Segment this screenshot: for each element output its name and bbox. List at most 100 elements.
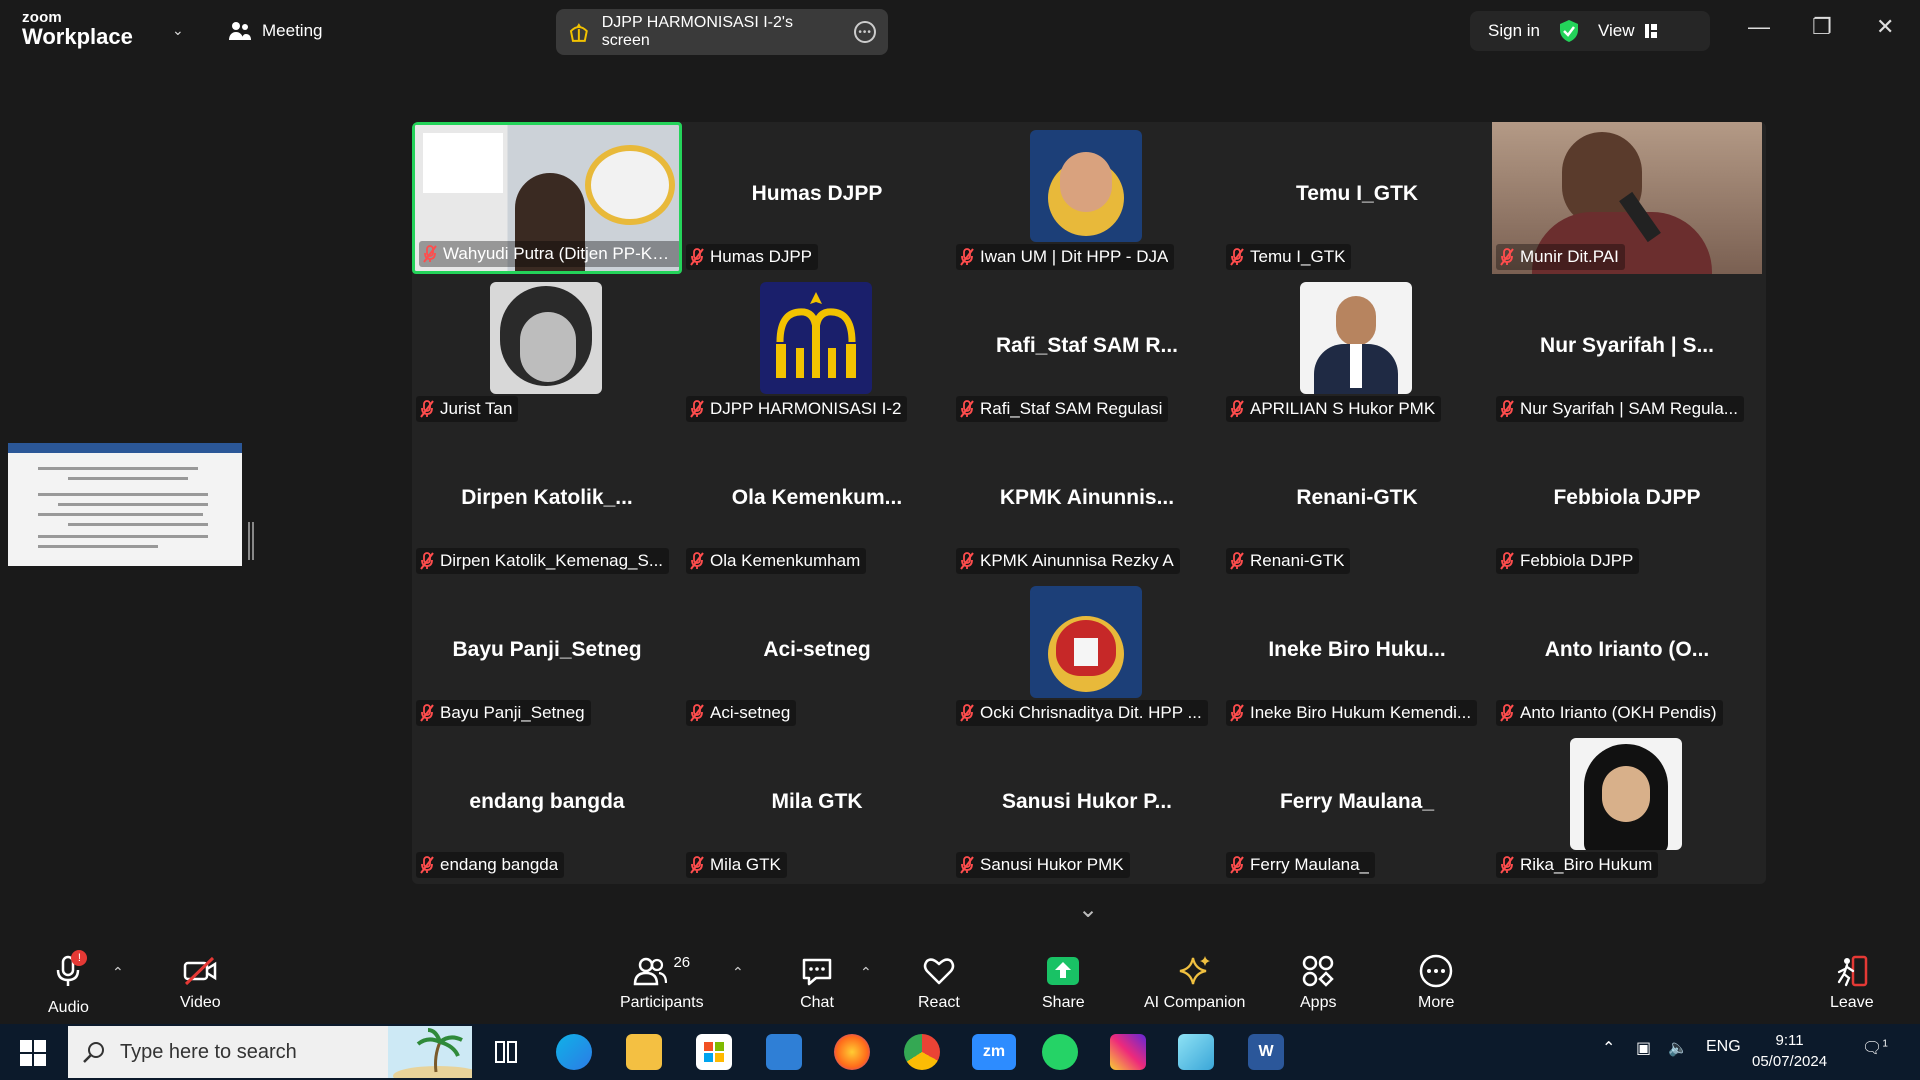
- participant-name-label: DJPP HARMONISASI I-2: [686, 396, 908, 422]
- network-icon[interactable]: ▣: [1636, 1038, 1651, 1058]
- ai-companion-button[interactable]: AI Companion: [1144, 954, 1245, 1012]
- more-label: More: [1418, 994, 1455, 1011]
- mic-muted-icon: [423, 245, 437, 263]
- participant-tile[interactable]: DJPP HARMONISASI I-2: [682, 274, 952, 426]
- more-button[interactable]: More: [1418, 954, 1454, 1012]
- mic-muted-icon: [1500, 248, 1514, 266]
- audio-options-caret[interactable]: ⌃: [112, 964, 124, 981]
- file-explorer-icon[interactable]: [626, 1034, 662, 1070]
- participant-tile[interactable]: Aci-setneg Aci-setneg: [682, 578, 952, 730]
- participant-display-name: Sanusi Hukor P...: [1002, 790, 1172, 813]
- participant-tile[interactable]: Rafi_Staf SAM R... Rafi_Staf SAM Regulasi: [952, 274, 1222, 426]
- participant-display-name: Aci-setneg: [763, 638, 871, 661]
- participant-name: endang bangda: [440, 855, 559, 874]
- mic-muted-icon: [1230, 400, 1244, 418]
- whatsapp-icon[interactable]: [1042, 1034, 1078, 1070]
- participant-tile[interactable]: Nur Syarifah | S... Nur Syarifah | SAM Re…: [1492, 274, 1762, 426]
- notifications-icon[interactable]: 🗨1: [1862, 1038, 1888, 1058]
- store-grid-icon: [704, 1042, 724, 1062]
- leave-label: Leave: [1830, 994, 1874, 1011]
- participant-tile[interactable]: Sanusi Hukor P... Sanusi Hukor PMK: [952, 730, 1222, 882]
- participant-tile[interactable]: Wahyudi Putra (Ditjen PP-Kum...: [412, 122, 682, 274]
- zoom-taskbar-icon[interactable]: zm: [972, 1034, 1016, 1070]
- participant-tile[interactable]: endang bangda endang bangda: [412, 730, 682, 882]
- participants-button[interactable]: 26 Participants: [620, 954, 704, 1012]
- windows-start-icon[interactable]: [20, 1040, 46, 1066]
- chrome-icon[interactable]: [904, 1034, 940, 1070]
- restore-icon[interactable]: ❐: [1812, 14, 1832, 40]
- sign-in-button[interactable]: Sign in: [1488, 21, 1540, 41]
- mic-muted-icon: [690, 248, 704, 266]
- word-icon[interactable]: W: [1248, 1034, 1284, 1070]
- participant-name-label: Anto Irianto (OKH Pendis): [1496, 700, 1723, 726]
- app-icon[interactable]: [1178, 1034, 1214, 1070]
- participant-display-name: Renani-GTK: [1296, 486, 1418, 509]
- shared-screen-thumbnail[interactable]: [8, 443, 242, 566]
- participant-name: Febbiola DJPP: [1520, 551, 1634, 570]
- zoom-workplace-logo[interactable]: zoom Workplace: [22, 10, 133, 48]
- close-icon[interactable]: ✕: [1876, 14, 1894, 40]
- participant-tile[interactable]: Temu I_GTK Temu I_GTK: [1222, 122, 1492, 274]
- participant-tile[interactable]: Mila GTK Mila GTK: [682, 730, 952, 882]
- participant-tile[interactable]: Ocki Chrisnaditya Dit. HPP ...: [952, 578, 1222, 730]
- participant-tile[interactable]: Anto Irianto (O... Anto Irianto (OKH Pend…: [1492, 578, 1762, 730]
- thumbnail-drag-handle[interactable]: [248, 522, 254, 560]
- taskbar-search-box[interactable]: Type here to search: [68, 1026, 472, 1078]
- meeting-menu[interactable]: Meeting: [228, 20, 322, 42]
- participant-name: Dirpen Katolik_Kemenag_S...: [440, 551, 664, 570]
- chat-button[interactable]: Chat: [800, 954, 834, 1012]
- participant-display-name: Mila GTK: [771, 790, 863, 813]
- participant-tile[interactable]: Jurist Tan: [412, 274, 682, 426]
- participant-tile[interactable]: Dirpen Katolik_... Dirpen Katolik_Kemenag…: [412, 426, 682, 578]
- firefox-icon[interactable]: [834, 1034, 870, 1070]
- participant-tile[interactable]: Bayu Panji_Setneg Bayu Panji_Setneg: [412, 578, 682, 730]
- participant-tile[interactable]: Humas DJPP Humas DJPP: [682, 122, 952, 274]
- participant-name: Mila GTK: [710, 855, 781, 874]
- language-indicator[interactable]: ENG: [1706, 1038, 1741, 1056]
- search-placeholder: Type here to search: [120, 1040, 297, 1063]
- participant-name: Jurist Tan: [440, 399, 513, 418]
- heart-icon: [923, 958, 955, 985]
- participant-name-label: Nur Syarifah | SAM Regula...: [1496, 396, 1744, 422]
- participant-name-label: Iwan UM | Dit HPP - DJA: [956, 244, 1175, 270]
- participant-tile[interactable]: Ola Kemenkum... Ola Kemenkumham: [682, 426, 952, 578]
- react-button[interactable]: React: [918, 954, 960, 1012]
- taskbar-clock[interactable]: 9:11 05/07/2024: [1752, 1030, 1827, 1072]
- participant-tile[interactable]: Ferry Maulana_ Ferry Maulana_: [1222, 730, 1492, 882]
- share-button[interactable]: Share: [1042, 954, 1085, 1012]
- participant-name: Aci-setneg: [710, 703, 791, 722]
- minimize-icon[interactable]: —: [1748, 14, 1770, 40]
- participant-name: Iwan UM | Dit HPP - DJA: [980, 247, 1169, 266]
- participant-tile[interactable]: APRILIAN S Hukor PMK: [1222, 274, 1492, 426]
- apps-button[interactable]: Apps: [1300, 954, 1336, 1012]
- participants-options-caret[interactable]: ⌃: [732, 964, 744, 981]
- volume-icon[interactable]: 🔈: [1668, 1038, 1688, 1058]
- title-bar: zoom Workplace ⌄ Meeting DJPP HARMONISAS…: [0, 0, 1920, 62]
- screen-share-indicator[interactable]: DJPP HARMONISASI I-2's screen •••: [556, 9, 888, 55]
- chevron-down-icon[interactable]: ⌄: [1078, 895, 1098, 924]
- edge-icon[interactable]: [556, 1034, 592, 1070]
- chevron-down-icon[interactable]: ⌄: [172, 22, 184, 39]
- mail-icon[interactable]: [766, 1034, 802, 1070]
- leave-button[interactable]: Leave: [1830, 954, 1874, 1012]
- microsoft-store-icon[interactable]: [696, 1034, 732, 1070]
- task-view-icon[interactable]: [488, 1034, 524, 1070]
- participant-name: Humas DJPP: [710, 247, 813, 266]
- more-options-icon[interactable]: •••: [854, 21, 877, 43]
- grid-view-icon: [1644, 24, 1657, 38]
- video-button[interactable]: Video: [180, 954, 221, 1012]
- tray-chevron-icon[interactable]: ⌃: [1602, 1038, 1615, 1058]
- view-button[interactable]: View: [1598, 21, 1659, 41]
- participant-tile[interactable]: Rika_Biro Hukum: [1492, 730, 1762, 882]
- participant-tile[interactable]: Renani-GTK Renani-GTK: [1222, 426, 1492, 578]
- participant-tile[interactable]: Febbiola DJPP Febbiola DJPP: [1492, 426, 1762, 578]
- participant-tile[interactable]: KPMK Ainunnis... KPMK Ainunnisa Rezky A: [952, 426, 1222, 578]
- participant-tile[interactable]: Ineke Biro Huku... Ineke Biro Hukum Kemen…: [1222, 578, 1492, 730]
- chat-options-caret[interactable]: ⌃: [860, 964, 872, 981]
- participant-name-label: Sanusi Hukor PMK: [956, 852, 1130, 878]
- participant-tile[interactable]: Munir Dit.PAI: [1492, 122, 1762, 274]
- instagram-icon[interactable]: [1110, 1034, 1146, 1070]
- participant-tile[interactable]: Iwan UM | Dit HPP - DJA: [952, 122, 1222, 274]
- audio-button[interactable]: ! Audio: [48, 950, 89, 1017]
- mic-muted-icon: [690, 704, 704, 722]
